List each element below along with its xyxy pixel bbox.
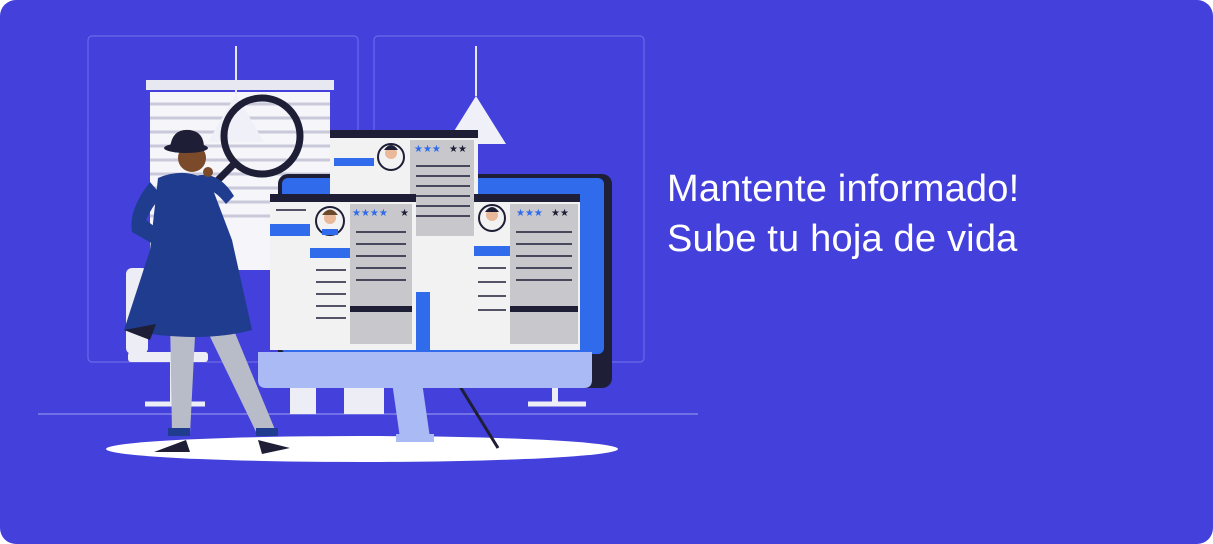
svg-text:★★: ★★ xyxy=(551,208,569,219)
svg-text:★★★: ★★★ xyxy=(516,208,543,219)
headline-line-1: Mantente informado! xyxy=(667,168,1020,210)
svg-text:★: ★ xyxy=(400,208,409,219)
recruitment-illustration: ★★★ ★★ ★★★★ ★ ★★★ ★★ xyxy=(38,35,698,462)
svg-text:★★★★: ★★★★ xyxy=(352,208,388,219)
promo-banner: ★★★ ★★ ★★★★ ★ ★★★ ★★ Mantente informado!… xyxy=(0,0,1213,544)
headline: Mantente informado! Sube tu hoja de vida xyxy=(667,164,1187,264)
svg-text:★★★: ★★★ xyxy=(414,144,441,155)
headline-line-2: Sube tu hoja de vida xyxy=(667,218,1018,260)
svg-text:★★: ★★ xyxy=(449,144,467,155)
